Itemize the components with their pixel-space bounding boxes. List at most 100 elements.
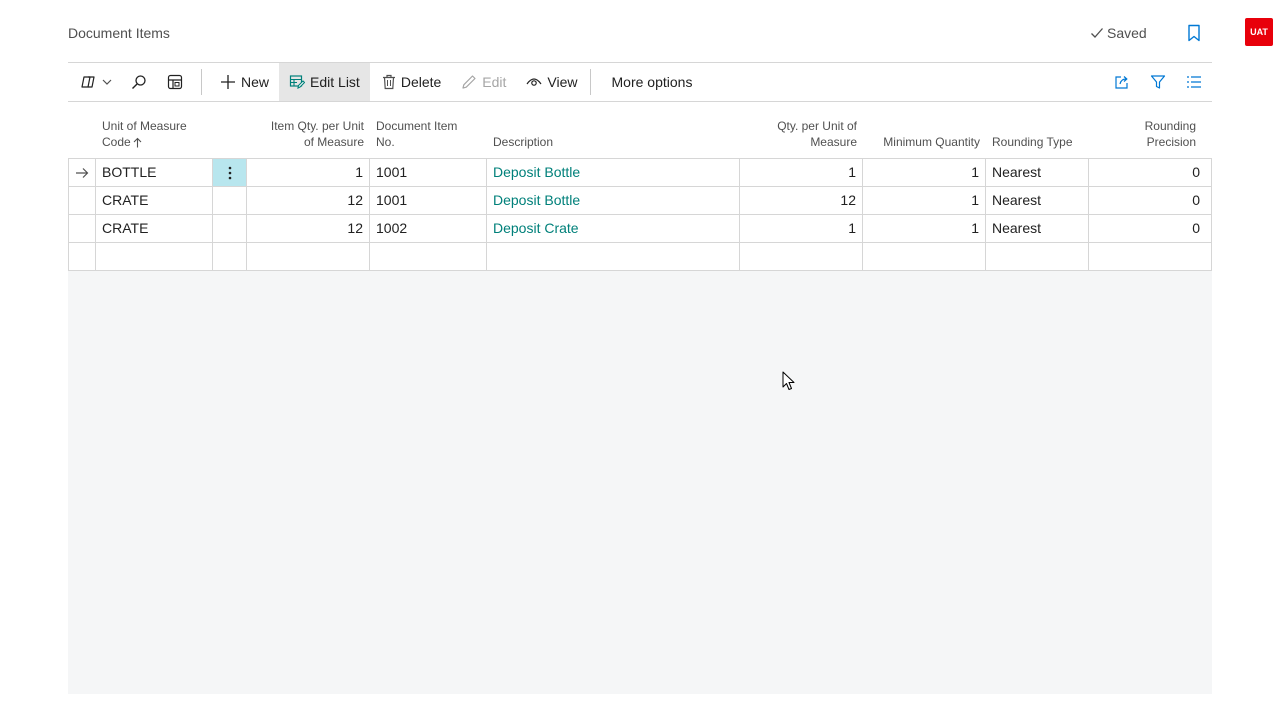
cell-rounding-type[interactable] xyxy=(986,243,1089,270)
header-doc-item-no[interactable]: Document Item No. xyxy=(370,108,487,158)
analyze-button[interactable] xyxy=(157,63,193,101)
pencil-icon xyxy=(462,75,476,89)
header-doc-item-line2: No. xyxy=(376,135,395,149)
cell-doc-item-no[interactable] xyxy=(370,243,487,270)
toolbar-separator xyxy=(589,69,591,95)
table-row[interactable]: BOTTLE 1 1001 Deposit Bottle 1 1 Nearest… xyxy=(68,159,1212,187)
share-icon xyxy=(1115,76,1128,89)
more-options-label: More options xyxy=(611,74,693,90)
new-button[interactable]: New xyxy=(210,63,279,101)
header-rounding-precision[interactable]: Rounding Precision xyxy=(1089,108,1212,158)
new-button-label: New xyxy=(241,74,270,90)
check-icon xyxy=(1091,28,1103,38)
cell-description-link[interactable]: Deposit Crate xyxy=(487,215,740,242)
table-row[interactable]: CRATE 12 1001 Deposit Bottle 12 1 Neares… xyxy=(68,187,1212,215)
header-description-label: Description xyxy=(493,135,554,149)
list-layout-button[interactable] xyxy=(1176,63,1212,101)
row-indicator xyxy=(68,215,96,242)
cell-min-qty[interactable] xyxy=(863,243,986,270)
delete-button[interactable]: Delete xyxy=(370,63,451,101)
header-item-qty-line1: Item Qty. per Unit xyxy=(270,119,364,133)
cell-qty-per-uom[interactable]: 1 xyxy=(740,159,863,186)
header-item-qty[interactable]: Item Qty. per Unit of Measure xyxy=(247,108,370,158)
header-uom-code[interactable]: Unit of Measure Code xyxy=(96,108,213,158)
cell-rounding-precision[interactable]: 0 xyxy=(1089,187,1212,214)
bookmark-icon xyxy=(1188,24,1200,42)
cell-rounding-precision[interactable] xyxy=(1089,243,1212,270)
cell-item-qty[interactable]: 1 xyxy=(247,159,370,186)
edit-button[interactable]: Edit xyxy=(451,63,516,101)
cell-doc-item-no[interactable]: 1001 xyxy=(370,187,487,214)
cell-doc-item-no[interactable]: 1002 xyxy=(370,215,487,242)
header-rounding-type-label: Rounding Type xyxy=(992,135,1073,149)
table-row[interactable]: CRATE 12 1002 Deposit Crate 1 1 Nearest … xyxy=(68,215,1212,243)
cell-min-qty[interactable]: 1 xyxy=(863,187,986,214)
table-row-empty[interactable] xyxy=(68,243,1212,271)
cell-item-qty[interactable]: 12 xyxy=(247,187,370,214)
cell-min-qty[interactable]: 1 xyxy=(863,159,986,186)
header-qty-per-line2: Measure xyxy=(810,135,857,149)
header-description[interactable]: Description xyxy=(487,108,740,158)
header-uom-code-line1: Unit of Measure xyxy=(102,119,187,133)
bookmark-button[interactable] xyxy=(1183,22,1205,44)
page-title: Document Items xyxy=(68,25,170,41)
header-menu-spacer xyxy=(213,108,247,158)
header-rounding-precision-line1: Rounding xyxy=(1144,119,1196,133)
document-items-grid: Unit of Measure Code Item Qty. per Unit … xyxy=(68,108,1212,271)
cell-qty-per-uom[interactable] xyxy=(740,243,863,270)
row-actions-button[interactable] xyxy=(213,215,247,242)
grid-area: Unit of Measure Code Item Qty. per Unit … xyxy=(68,108,1212,694)
header-item-qty-line2: of Measure xyxy=(303,135,364,149)
header-min-qty-label: Minimum Quantity xyxy=(883,135,980,149)
saved-indicator: Saved xyxy=(1090,24,1147,42)
cell-qty-per-uom[interactable]: 1 xyxy=(740,215,863,242)
cell-rounding-type[interactable]: Nearest xyxy=(986,215,1089,242)
row-actions-button[interactable] xyxy=(213,159,247,186)
cell-item-qty[interactable] xyxy=(247,243,370,270)
chevron-down-icon xyxy=(102,79,112,85)
edit-list-button[interactable]: Edit List xyxy=(279,63,370,101)
cell-doc-item-no[interactable]: 1001 xyxy=(370,159,487,186)
views-button[interactable] xyxy=(68,63,121,101)
edit-list-icon xyxy=(289,75,306,89)
view-button-label: View xyxy=(547,74,578,90)
row-actions-button[interactable] xyxy=(213,187,247,214)
cell-uom-code[interactable]: CRATE xyxy=(96,215,213,242)
header-rounding-type[interactable]: Rounding Type xyxy=(986,108,1089,158)
search-button[interactable] xyxy=(121,63,157,101)
header-min-qty[interactable]: Minimum Quantity xyxy=(863,108,986,158)
cell-description[interactable] xyxy=(487,243,740,270)
edit-list-button-label: Edit List xyxy=(310,74,360,90)
header-uom-code-line2: Code xyxy=(102,135,131,149)
cell-description-link[interactable]: Deposit Bottle xyxy=(487,159,740,186)
delete-button-label: Delete xyxy=(400,74,442,90)
row-indicator xyxy=(68,243,96,270)
share-button[interactable] xyxy=(1104,63,1140,101)
more-options-button[interactable]: More options xyxy=(593,63,703,101)
cell-rounding-type[interactable]: Nearest xyxy=(986,187,1089,214)
cell-description-link[interactable]: Deposit Bottle xyxy=(487,187,740,214)
cell-rounding-precision[interactable]: 0 xyxy=(1089,215,1212,242)
header-doc-item-line1: Document Item xyxy=(376,119,458,133)
cell-rounding-precision[interactable]: 0 xyxy=(1089,159,1212,186)
environment-badge[interactable]: UAT xyxy=(1245,18,1273,46)
toolbar-separator xyxy=(201,69,202,95)
action-bar-right xyxy=(1104,63,1212,101)
cell-item-qty[interactable]: 12 xyxy=(247,215,370,242)
views-icon xyxy=(81,76,95,88)
cell-uom-code[interactable]: BOTTLE xyxy=(96,159,213,186)
view-button[interactable]: View xyxy=(516,63,587,101)
cell-qty-per-uom[interactable]: 12 xyxy=(740,187,863,214)
cell-uom-code[interactable] xyxy=(96,243,213,270)
header-indicator xyxy=(68,108,96,158)
cell-rounding-type[interactable]: Nearest xyxy=(986,159,1089,186)
header-qty-per-uom[interactable]: Qty. per Unit of Measure xyxy=(740,108,863,158)
header-rounding-precision-line2: Precision xyxy=(1146,135,1196,149)
edit-button-label: Edit xyxy=(482,74,507,90)
search-icon xyxy=(132,75,146,89)
filter-button[interactable] xyxy=(1140,63,1176,101)
cell-min-qty[interactable]: 1 xyxy=(863,215,986,242)
sort-ascending-icon xyxy=(133,137,142,147)
cell-uom-code[interactable]: CRATE xyxy=(96,187,213,214)
row-actions-button[interactable] xyxy=(213,243,247,270)
